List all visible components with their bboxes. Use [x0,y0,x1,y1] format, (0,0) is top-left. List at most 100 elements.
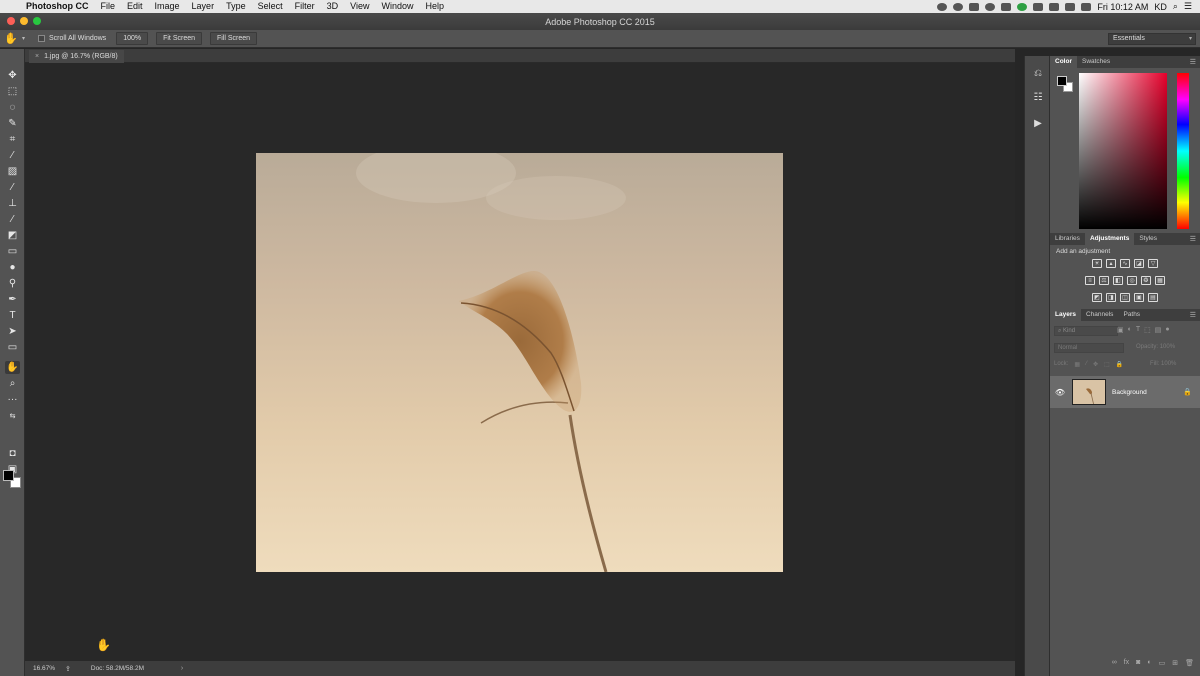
color-swatches[interactable] [3,470,23,490]
status-icon[interactable] [1001,2,1012,11]
wifi-icon[interactable] [1049,2,1060,11]
close-icon[interactable]: × [35,53,39,60]
menu-type[interactable]: Type [220,0,252,13]
menu-view[interactable]: View [344,0,375,13]
brightness-contrast-icon[interactable]: ☀ [1092,259,1102,268]
gradient-map-icon[interactable]: ▤ [1148,293,1158,302]
color-saturation-field[interactable] [1079,73,1167,229]
eye-icon[interactable]: 👁 [1050,388,1070,397]
export-icon[interactable]: ⇪ [65,665,71,673]
layer-filter-select[interactable]: ⌕ Kind [1054,326,1118,336]
more-tools-icon[interactable]: ··· [5,393,20,406]
chevron-right-icon[interactable]: › [181,665,183,672]
invert-icon[interactable]: ◩ [1092,293,1102,302]
fx-icon[interactable]: fx [1124,659,1129,671]
tab-libraries[interactable]: Libraries [1050,233,1085,245]
zoom-tool-icon[interactable]: ⌕ [5,377,20,390]
new-group-icon[interactable]: ▭ [1159,659,1166,671]
pixel-filter-icon[interactable]: ▣ [1117,326,1124,334]
lasso-tool-icon[interactable]: ◌ [5,101,20,114]
move-tool-icon[interactable]: ✥ [5,69,20,82]
posterize-icon[interactable]: ◨ [1106,293,1116,302]
quick-mask-icon[interactable]: ◘ [5,447,20,460]
curves-icon[interactable]: ∿ [1120,259,1130,268]
path-selection-tool-icon[interactable]: ➤ [5,325,20,338]
brush-tool-icon[interactable]: ⁄ [5,181,20,194]
battery-icon[interactable] [1081,2,1092,11]
color-balance-icon[interactable]: ⚖ [1099,276,1109,285]
lock-all-icon[interactable]: 🔒 [1116,361,1123,368]
minimize-window-button[interactable] [20,17,28,25]
menu-select[interactable]: Select [252,0,289,13]
opacity-value[interactable]: 100% [1160,344,1175,350]
adjustment-filter-icon[interactable]: ◐ [1128,326,1132,334]
menubar-user[interactable]: KD [1154,2,1167,12]
tool-preset-dropdown-icon[interactable]: ▾ [22,35,32,42]
status-icon[interactable] [985,2,996,11]
tab-paths[interactable]: Paths [1118,309,1145,321]
menu-filter[interactable]: Filter [289,0,321,13]
swap-colors-icon[interactable]: ⇆ [5,409,20,422]
menu-3d[interactable]: 3D [321,0,345,13]
history-brush-tool-icon[interactable]: ⁄ [5,213,20,226]
lock-pixels-icon[interactable]: ⁄ [1086,361,1087,368]
hand-tool-icon[interactable]: ✋ [0,32,22,45]
new-adjustment-icon[interactable]: ◐ [1147,659,1151,671]
scroll-all-windows-checkbox[interactable] [38,35,45,42]
fit-screen-button[interactable]: Fit Screen [156,32,202,45]
list-icon[interactable]: ☰ [1184,1,1192,12]
status-icon[interactable] [1017,2,1028,11]
status-icon[interactable] [937,2,948,11]
menu-file[interactable]: File [95,0,122,13]
photo-filter-icon[interactable]: ◎ [1127,276,1137,285]
rectangle-tool-icon[interactable]: ▭ [5,341,20,354]
lock-transparent-icon[interactable]: ▦ [1074,361,1080,368]
new-layer-icon[interactable]: ⊞ [1172,659,1178,671]
blend-mode-select[interactable]: Normal [1054,343,1124,353]
threshold-icon[interactable]: ◫ [1120,293,1130,302]
menubar-clock[interactable]: Fri 10:12 AM [1097,2,1148,12]
link-layers-icon[interactable]: ∞ [1112,659,1117,671]
panel-menu-icon[interactable]: ☰ [1190,311,1196,319]
add-mask-icon[interactable]: ◙ [1136,659,1140,671]
menu-window[interactable]: Window [375,0,419,13]
hand-tool-icon[interactable]: ✋ [5,361,20,374]
marquee-tool-icon[interactable]: ⬚ [5,85,20,98]
black-white-icon[interactable]: ◧ [1113,276,1123,285]
smart-object-filter-icon[interactable]: ▤ [1155,326,1162,334]
color-panel-foreground[interactable] [1057,76,1067,86]
tab-color[interactable]: Color [1050,56,1077,68]
dodge-tool-icon[interactable]: ⚲ [5,277,20,290]
fill-control[interactable]: Fill: 100% [1150,361,1176,367]
crop-tool-icon[interactable]: ⌗ [5,133,20,146]
status-icon[interactable] [953,2,964,11]
lock-position-icon[interactable]: ✥ [1093,361,1098,368]
shape-filter-icon[interactable]: ⬚ [1144,326,1151,334]
eyedropper-tool-icon[interactable]: ⁄ [5,149,20,162]
zoom-100-button[interactable]: 100% [116,32,149,45]
history-panel-icon[interactable]: ⎌ [1031,66,1045,80]
tab-adjustments[interactable]: Adjustments [1084,233,1135,245]
menu-app[interactable]: Photoshop CC [20,0,95,13]
menu-layer[interactable]: Layer [186,0,221,13]
color-hue-slider[interactable] [1177,73,1189,229]
close-window-button[interactable] [7,17,15,25]
fill-screen-button[interactable]: Fill Screen [210,32,258,45]
levels-icon[interactable]: ▴ [1106,259,1116,268]
document-image[interactable] [256,153,783,572]
actions-panel-icon[interactable]: ▶ [1031,116,1045,130]
blur-tool-icon[interactable]: ● [5,261,20,274]
exposure-icon[interactable]: ◪ [1134,259,1144,268]
quick-selection-tool-icon[interactable]: ✎ [5,117,20,130]
panel-menu-icon[interactable]: ☰ [1190,58,1196,66]
bluetooth-icon[interactable] [1033,2,1044,11]
type-tool-icon[interactable]: T [5,309,20,322]
hue-saturation-icon[interactable]: ≡ [1085,276,1095,285]
tab-styles[interactable]: Styles [1134,233,1162,245]
volume-icon[interactable] [1065,2,1076,11]
pen-tool-icon[interactable]: ✒ [5,293,20,306]
eraser-tool-icon[interactable]: ◩ [5,229,20,242]
tab-channels[interactable]: Channels [1081,309,1118,321]
channel-mixer-icon[interactable]: ❂ [1141,276,1151,285]
foreground-color-swatch[interactable] [3,470,14,481]
